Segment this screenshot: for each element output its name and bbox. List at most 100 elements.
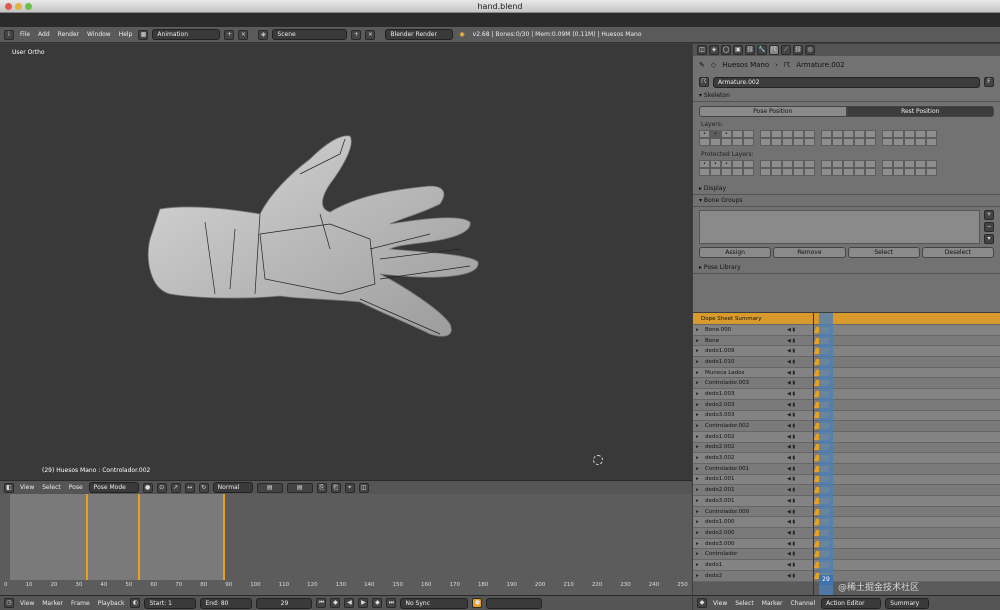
bone-groups-list[interactable] [699,210,980,244]
channel-row[interactable]: ▸ Muneca Lados ◀ ▮ [693,367,1000,379]
expand-icon[interactable]: ▸ [693,327,701,333]
expand-icon[interactable]: ▸ [693,423,701,429]
armature-data-icon[interactable]: ☈ [699,77,709,87]
channel-row[interactable]: ▸ dedo1.003 ◀ ▮ [693,389,1000,400]
render-icon[interactable]: ◫ [358,482,369,493]
minimize-window-button[interactable] [15,3,22,10]
channel-toggle-icon[interactable]: ◀ ▮ [787,423,809,429]
deselect-button[interactable]: Deselect [921,247,994,258]
channel-row[interactable]: ▸ Bone.000 ◀ ▮ [693,325,1000,336]
expand-icon[interactable]: ▸ [693,573,701,579]
channel-toggle-icon[interactable]: ◀ ▮ [787,519,809,525]
channel-toggle-icon[interactable]: ◀ ▮ [787,412,809,418]
channel-toggle-icon[interactable]: ◀ ▮ [787,551,809,557]
next-keyframe-icon[interactable]: ◆ [372,598,383,608]
snap-icon[interactable]: ⌖ [344,482,355,493]
channel-row[interactable]: ▸ dedo2.000 ◀ ▮ [693,528,1000,539]
armature-tab-icon[interactable]: ☈ [769,45,779,55]
channel-toggle-icon[interactable]: ◀ ▮ [787,402,809,408]
assign-button[interactable]: Assign [699,247,772,258]
channel-row[interactable]: ▸ dedo2.003 ◀ ▮ [693,399,1000,411]
channel-toggle-icon[interactable]: ◀ ▮ [787,434,809,440]
layout-dropdown[interactable]: Animation [152,29,221,40]
menu-window[interactable]: Window [85,31,113,38]
channel-row[interactable]: ▸ dedo1 ◀ ▮ [693,560,1000,571]
editor-type-icon[interactable]: ◆ [697,598,707,608]
editor-type-icon[interactable]: ◧ [4,482,14,493]
remove-scene-icon[interactable]: × [365,29,376,40]
3d-viewport[interactable]: User Ortho (29) Huesos Mano : Controlado… [0,44,692,480]
menu-channel[interactable]: Channel [789,600,818,607]
channel-toggle-icon[interactable]: ◀ ▮ [787,541,809,547]
menu-marker[interactable]: Marker [40,600,65,607]
channel-row[interactable]: ▸ dedo1.000 ◀ ▮ [693,517,1000,529]
menu-select[interactable]: Select [733,600,756,607]
expand-icon[interactable]: ▸ [693,487,701,493]
menu-select[interactable]: Select [40,484,63,491]
channel-toggle-icon[interactable]: ◀ ▮ [787,338,809,344]
channel-row[interactable]: ▸ dedo1.010 ◀ ▮ [693,357,1000,368]
channel-toggle-icon[interactable]: ◀ ▮ [787,476,809,482]
expand-icon[interactable]: ▸ [693,530,701,536]
layer-buttons-icon[interactable]: ▤ [256,482,283,493]
channel-row[interactable]: ▸ dedo1.002 ◀ ▮ [693,431,1000,443]
expand-icon[interactable]: ▸ [693,509,701,515]
expand-icon[interactable]: ▸ [693,551,701,557]
start-frame-field[interactable]: Start: 1 [144,597,197,609]
channel-toggle-icon[interactable]: ◀ ▮ [787,391,809,397]
keying-set-field[interactable] [486,597,543,609]
expand-icon[interactable]: ▸ [693,541,701,547]
channel-row[interactable]: ▸ dedo1.009 ◀ ▮ [693,346,1000,358]
copy-pose-icon[interactable]: ⎘ [316,482,327,493]
add-group-icon[interactable]: + [984,210,994,220]
summary-toggle[interactable]: Summary [885,597,930,609]
end-frame-field[interactable]: End: 80 [200,597,253,609]
channel-row[interactable]: ▸ dedo3.000 ◀ ▮ [693,538,1000,550]
add-scene-icon[interactable]: + [351,29,362,40]
dope-sheet-editor[interactable]: Dope Sheet Summary ▸ Bone.000 ◀ ▮ ▸ Bone ◀ ▮ ▸… [693,313,1000,596]
object-tab-icon[interactable]: ▣ [733,45,743,55]
channel-toggle-icon[interactable]: ◀ ▮ [787,530,809,536]
bone-tab-icon[interactable]: ⟋ [781,45,791,55]
channel-toggle-icon[interactable]: ◀ ▮ [787,359,809,365]
scene-dropdown[interactable]: Scene [272,29,348,40]
expand-icon[interactable]: ▸ [693,498,701,504]
layer-buttons-2-icon[interactable]: ▤ [286,482,313,493]
expand-icon[interactable]: ▸ [693,476,701,482]
expand-icon[interactable]: ▸ [693,412,701,418]
3d-cursor-icon[interactable] [593,455,603,465]
channel-row[interactable]: ▸ dedo3.002 ◀ ▮ [693,453,1000,464]
zoom-window-button[interactable] [25,3,32,10]
render-engine-dropdown[interactable]: Blender Render [385,29,454,40]
protected-layers-grid[interactable]: • • • [693,158,1000,178]
remove-group-icon[interactable]: − [984,222,994,232]
expand-icon[interactable]: ▸ [693,338,701,344]
world-tab-icon[interactable]: ◯ [721,45,731,55]
menu-view[interactable]: View [711,600,729,607]
close-window-button[interactable] [5,3,12,10]
dope-sheet-summary-row[interactable]: Dope Sheet Summary [693,313,1000,325]
menu-view[interactable]: View [18,600,36,607]
armature-name-field[interactable]: Armature.002 [713,76,980,88]
channel-toggle-icon[interactable]: ◀ ▮ [787,370,809,376]
rotate-icon[interactable]: ↻ [198,482,209,493]
channel-row[interactable]: ▸ dedo2.001 ◀ ▮ [693,485,1000,496]
play-icon[interactable]: ▶ [358,598,369,608]
bone-groups-panel-header[interactable]: ▾ Bone Groups [693,195,1000,207]
expand-icon[interactable]: ▸ [693,402,701,408]
menu-help[interactable]: Help [117,31,135,38]
mode-dropdown[interactable]: Action Editor [821,597,882,609]
prev-keyframe-icon[interactable]: ◆ [330,598,341,608]
menu-view[interactable]: View [18,484,36,491]
channel-toggle-icon[interactable]: ◀ ▮ [787,466,809,472]
channel-toggle-icon[interactable]: ◀ ▮ [787,455,809,461]
pin-icon[interactable]: ✎ [699,61,705,69]
sync-dropdown[interactable]: No Sync [400,597,469,609]
channel-toggle-icon[interactable]: ◀ ▮ [787,327,809,333]
pivot-icon[interactable]: ⊙ [156,482,167,493]
channel-toggle-icon[interactable]: ◀ ▮ [787,562,809,568]
layout-grid-icon[interactable]: ▦ [138,29,149,40]
channel-row[interactable]: ▸ Controlador.000 ◀ ▮ [693,506,1000,518]
channel-row[interactable]: ▸ Controlador ◀ ▮ [693,549,1000,561]
menu-marker[interactable]: Marker [760,600,785,607]
